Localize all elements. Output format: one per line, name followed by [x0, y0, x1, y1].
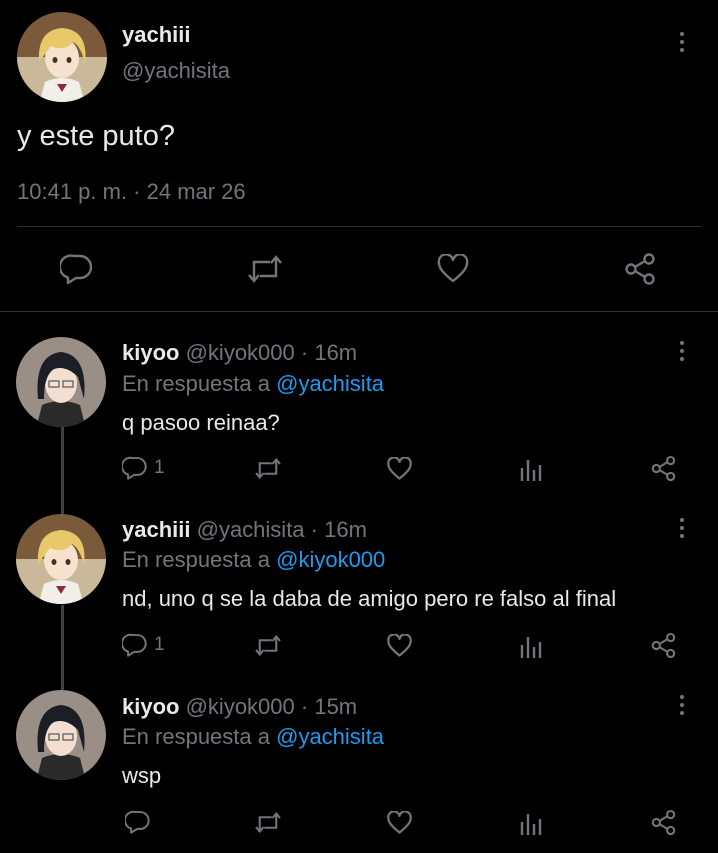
reply-to-link[interactable]: @yachisita	[276, 724, 384, 749]
retweet-icon[interactable]	[253, 457, 283, 480]
reply-prefix: En respuesta a	[122, 547, 270, 572]
reply-icon[interactable]: 1	[122, 455, 165, 481]
divider	[0, 311, 718, 312]
reply-handle[interactable]: @yachisita	[197, 517, 305, 542]
share-icon[interactable]	[650, 455, 677, 482]
reply-handle[interactable]: @kiyok000	[186, 694, 295, 719]
avatar-kiyoo[interactable]	[16, 337, 106, 427]
main-tweet-text: y este puto?	[17, 120, 175, 152]
reply-display-name[interactable]: yachiii	[122, 517, 190, 542]
retweet-icon[interactable]	[253, 634, 283, 657]
divider	[17, 226, 701, 227]
more-icon[interactable]	[672, 27, 692, 57]
more-icon[interactable]	[672, 336, 692, 366]
reply-time: · 15m	[300, 694, 358, 719]
reply-icon[interactable]	[125, 809, 151, 835]
avatar-yachiii[interactable]	[17, 12, 107, 102]
reply-count: 1	[154, 634, 165, 655]
reply-time: · 16m	[300, 340, 358, 365]
like-icon[interactable]	[386, 811, 413, 835]
reply-icon[interactable]: 1	[122, 632, 165, 658]
analytics-icon[interactable]	[520, 810, 542, 836]
main-tweet-timestamp[interactable]: 10:41 p. m. · 24 mar 26	[17, 179, 246, 205]
reply-icon[interactable]	[60, 253, 94, 285]
more-icon[interactable]	[672, 690, 692, 720]
avatar-kiyoo[interactable]	[16, 690, 106, 780]
reply-count: 1	[154, 457, 165, 478]
reply-time: · 16m	[310, 517, 367, 542]
reply-to-link[interactable]: @kiyok000	[276, 547, 385, 572]
reply-text: q pasoo reinaa?	[122, 410, 280, 435]
reply-display-name[interactable]: kiyoo	[122, 340, 179, 365]
reply-text: wsp	[122, 763, 162, 788]
main-display-name[interactable]: yachiii	[122, 22, 190, 48]
retweet-icon[interactable]	[253, 811, 283, 834]
avatar-yachiii[interactable]	[16, 514, 106, 604]
like-icon[interactable]	[386, 634, 413, 658]
more-icon[interactable]	[672, 513, 692, 543]
like-icon[interactable]	[386, 457, 413, 481]
thread-line	[61, 427, 64, 517]
reply-prefix: En respuesta a	[122, 724, 270, 749]
reply-text: nd, uno q se la daba de amigo pero re fa…	[122, 586, 617, 611]
share-icon[interactable]	[623, 252, 657, 286]
retweet-icon[interactable]	[245, 254, 285, 284]
reply-to-link[interactable]: @yachisita	[276, 371, 384, 396]
main-handle[interactable]: @yachisita	[122, 58, 230, 84]
reply-prefix: En respuesta a	[122, 371, 270, 396]
thread-line	[61, 605, 64, 690]
analytics-icon[interactable]	[520, 633, 542, 659]
like-icon[interactable]	[436, 254, 470, 284]
share-icon[interactable]	[650, 809, 677, 836]
reply-display-name[interactable]: kiyoo	[122, 694, 179, 719]
share-icon[interactable]	[650, 632, 677, 659]
analytics-icon[interactable]	[520, 456, 542, 482]
reply-handle[interactable]: @kiyok000	[186, 340, 295, 365]
